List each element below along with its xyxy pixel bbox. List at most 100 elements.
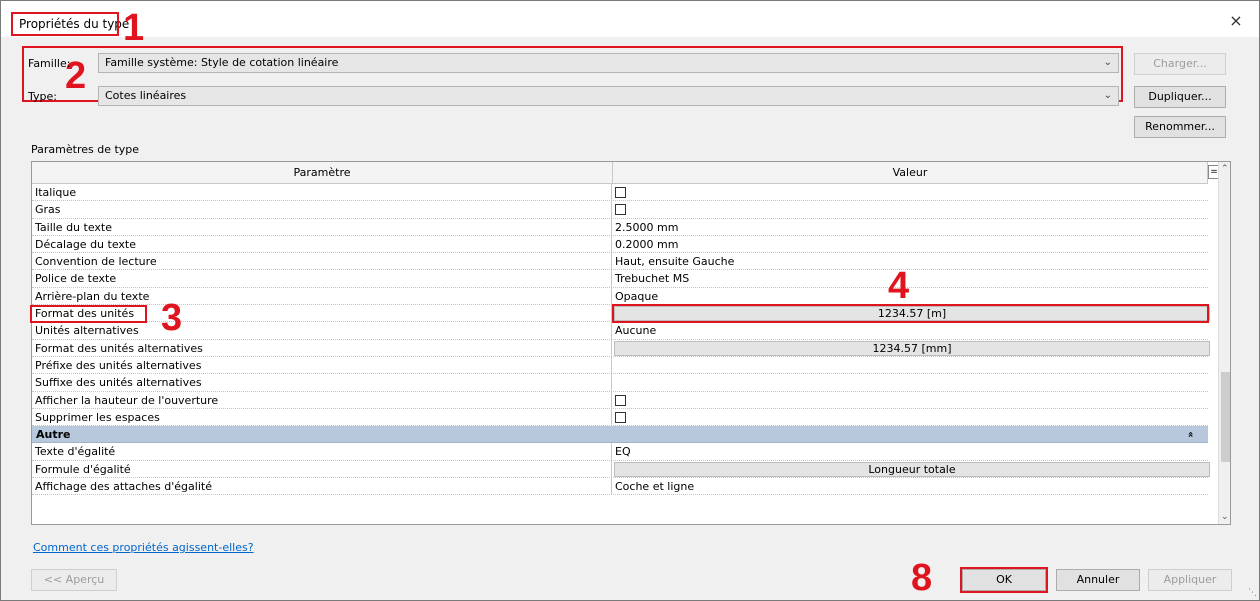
duplicate-button[interactable]: Dupliquer... — [1134, 86, 1226, 108]
parameter-value-cell[interactable]: Trebuchet MS — [613, 270, 1208, 287]
parameter-name: Afficher la hauteur de l'ouverture — [32, 391, 612, 409]
header-value[interactable]: Valeur — [613, 162, 1208, 184]
parameter-value-cell[interactable]: Longueur totale — [613, 461, 1210, 478]
parameter-name: Taille du texte — [32, 218, 612, 236]
parameter-name: Format des unités alternatives — [32, 339, 612, 357]
parameter-value: Opaque — [615, 289, 659, 303]
parameter-value: Haut, ensuite Gauche — [615, 255, 735, 269]
parameter-row[interactable]: Format des unités alternatives 1234.57 [m… — [32, 339, 1210, 357]
type-parameters-grid[interactable]: Paramètre Valeur = Italique Gras Taille du… — [31, 161, 1231, 525]
chevron-down-icon: ⌄ — [1103, 90, 1112, 101]
parameter-value: Trebuchet MS — [615, 272, 690, 286]
parameter-value-cell[interactable] — [613, 374, 1208, 391]
parameter-value-button[interactable]: 1234.57 [m] — [614, 306, 1210, 322]
collapse-group-icon[interactable]: » — [1182, 431, 1199, 437]
parameter-row[interactable]: Préfixe des unités alternatives — [32, 356, 1208, 375]
parameter-checkbox[interactable] — [615, 394, 626, 406]
group-header-label: Autre — [36, 428, 71, 442]
type-value: Cotes linéaires — [105, 89, 187, 102]
grid-header: Paramètre Valeur — [32, 162, 1208, 184]
close-icon[interactable]: × — [1227, 13, 1245, 31]
parameter-name: Préfixe des unités alternatives — [32, 356, 612, 374]
help-link[interactable]: Comment ces propriétés agissent-elles? — [33, 541, 254, 554]
parameter-value: 2.5000 mm — [615, 220, 679, 234]
parameter-name: Texte d'égalité — [32, 443, 612, 461]
parameter-value-cell[interactable]: 1234.57 [mm] — [613, 340, 1210, 357]
parameter-row[interactable]: Supprimer les espaces — [32, 408, 1208, 427]
parameter-value-cell[interactable] — [613, 409, 1208, 426]
parameter-row[interactable]: Suffixe des unités alternatives — [32, 374, 1208, 392]
parameter-name: Décalage du texte — [32, 235, 612, 253]
parameter-name: Convention de lecture — [32, 253, 612, 271]
parameter-name: Arrière-plan du texte — [32, 287, 612, 305]
parameter-checkbox[interactable] — [615, 411, 626, 423]
parameter-name: Suffixe des unités alternatives — [32, 374, 612, 392]
parameter-row[interactable]: Italique — [32, 184, 1208, 202]
resize-grip-icon[interactable]: ⋱ — [1248, 588, 1257, 598]
family-dropdown[interactable]: Famille système: Style de cotation linéa… — [98, 53, 1119, 73]
parameter-value-cell[interactable]: Aucune — [613, 322, 1208, 339]
parameter-row[interactable]: Unités alternatives Aucune — [32, 322, 1208, 340]
parameter-value-cell[interactable]: EQ — [613, 443, 1208, 460]
parameter-value-cell[interactable] — [613, 184, 1208, 201]
type-dropdown[interactable]: Cotes linéaires ⌄ — [98, 86, 1119, 106]
ok-button[interactable]: OK — [962, 569, 1046, 591]
parameter-row[interactable]: Arrière-plan du texte Opaque — [32, 287, 1208, 306]
grid-rows: Italique Gras Taille du texte 2.5000 mm Déca… — [32, 184, 1210, 496]
preview-button[interactable]: << Aperçu — [31, 569, 117, 591]
callout-4: 4 — [888, 265, 910, 307]
callout-8: 8 — [911, 557, 933, 599]
parameter-value-button[interactable]: Longueur totale — [614, 461, 1210, 477]
cancel-button[interactable]: Annuler — [1056, 569, 1140, 591]
parameter-name: Gras — [32, 201, 612, 219]
family-value: Famille système: Style de cotation linéa… — [105, 56, 339, 69]
type-label: Type: — [28, 90, 57, 103]
parameter-name: Affichage des attaches d'égalité — [32, 478, 612, 496]
parameter-value: Coche et ligne — [615, 480, 695, 494]
parameter-value-cell[interactable] — [613, 201, 1208, 218]
parameter-row[interactable]: Décalage du texte 0.2000 mm — [32, 235, 1208, 254]
parameter-row[interactable]: Formule d'égalité Longueur totale — [32, 460, 1210, 479]
parameter-checkbox[interactable] — [615, 187, 626, 198]
parameter-value-cell[interactable]: 0.2000 mm — [613, 236, 1208, 253]
dialog-title: Propriétés du type — [19, 17, 130, 31]
parameter-value-cell[interactable] — [613, 357, 1208, 374]
parameter-row[interactable]: Affichage des attaches d'égalité Coche et… — [32, 478, 1208, 496]
scroll-up-icon[interactable]: ⌃ — [1221, 164, 1229, 174]
parameter-value-cell[interactable]: 1234.57 [m] — [613, 305, 1210, 322]
parameter-value: 0.2000 mm — [615, 237, 679, 251]
chevron-down-icon: ⌄ — [1103, 57, 1112, 68]
parameter-row[interactable]: Convention de lecture Haut, ensuite Gauch… — [32, 253, 1208, 271]
family-label: Famille: — [28, 57, 71, 70]
parameter-row[interactable]: Format des unités 1234.57 [m] — [32, 305, 1210, 323]
load-button[interactable]: Charger... — [1134, 53, 1226, 75]
parameter-value: EQ — [615, 445, 631, 459]
parameter-value-cell[interactable]: Opaque — [613, 288, 1208, 305]
parameter-row[interactable]: Taille du texte 2.5000 mm — [32, 218, 1208, 236]
parameter-name: Format des unités — [32, 305, 612, 323]
apply-button[interactable]: Appliquer — [1148, 569, 1232, 591]
scroll-thumb[interactable] — [1221, 372, 1230, 462]
type-parameters-label: Paramètres de type — [31, 143, 140, 156]
parameter-value-cell[interactable]: Haut, ensuite Gauche — [613, 253, 1208, 270]
vertical-scrollbar[interactable]: ⌃ ⌄ — [1218, 162, 1230, 524]
parameter-name: Police de texte — [32, 270, 612, 288]
parameter-value-button[interactable]: 1234.57 [mm] — [614, 340, 1210, 356]
parameter-value: Aucune — [615, 324, 657, 338]
parameter-checkbox[interactable] — [615, 204, 626, 216]
parameter-name: Italique — [32, 184, 612, 201]
parameter-row[interactable]: Gras — [32, 201, 1208, 219]
parameter-value-cell[interactable]: 2.5000 mm — [613, 219, 1208, 236]
scroll-down-icon[interactable]: ⌄ — [1221, 512, 1229, 522]
group-header-row[interactable]: Autre » — [32, 426, 1208, 444]
rename-button[interactable]: Renommer... — [1134, 116, 1226, 138]
parameter-value-cell[interactable]: Coche et ligne — [613, 478, 1208, 495]
header-parameter[interactable]: Paramètre — [32, 162, 613, 184]
callout-3: 3 — [161, 297, 183, 339]
parameter-row[interactable]: Texte d'égalité EQ — [32, 443, 1208, 461]
parameter-value-cell[interactable] — [613, 392, 1208, 409]
type-properties-dialog: Propriétés du type × 1 2 Famille: Famill… — [0, 0, 1260, 601]
parameter-row[interactable]: Police de texte Trebuchet MS — [32, 270, 1208, 288]
parameter-name: Supprimer les espaces — [32, 408, 612, 426]
parameter-row[interactable]: Afficher la hauteur de l'ouverture — [32, 391, 1208, 409]
